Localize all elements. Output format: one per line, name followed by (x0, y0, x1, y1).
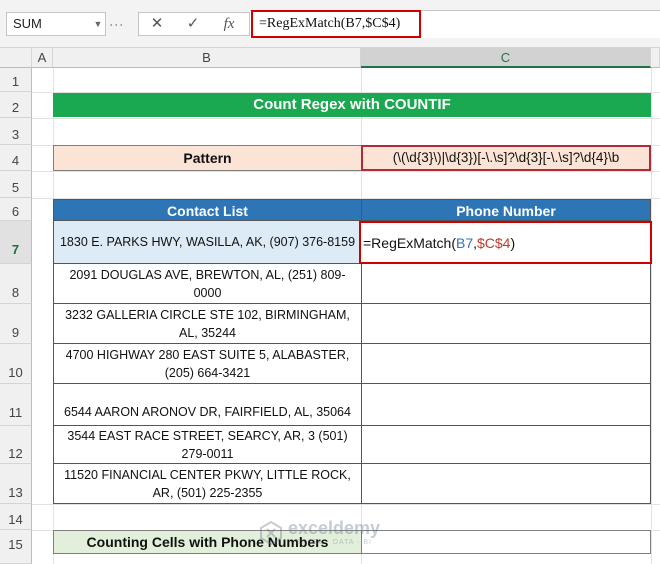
contact-cell[interactable]: 2091 DOUGLAS AVE, BREWTON, AL, (251) 809… (53, 264, 362, 304)
formula-ref-c4: $C$4 (477, 235, 511, 251)
row-header[interactable]: 13 (0, 464, 32, 504)
cancel-icon[interactable]: ✕ (142, 12, 172, 36)
contact-text: 4700 HIGHWAY 280 EAST SUITE 5, ALABASTER… (65, 347, 350, 380)
row-header[interactable]: 2 (0, 92, 32, 118)
row-header[interactable]: 11 (0, 384, 32, 426)
pattern-value-cell[interactable]: (\(\d{3}\)|\d{3})[-\.\s]?\d{3}[-\.\s]?\d… (361, 145, 651, 171)
formula-prefix: =RegExMatch( (363, 235, 456, 251)
select-all-corner[interactable] (0, 48, 32, 68)
formula-suffix: ) (510, 235, 516, 251)
grid-line (32, 171, 660, 172)
row-header[interactable]: 12 (0, 426, 32, 464)
phone-cell[interactable] (361, 344, 651, 384)
formula-text[interactable]: =RegExMatch(B7,$C$4) (251, 10, 421, 38)
column-header-b[interactable]: B (53, 48, 361, 68)
enter-icon[interactable]: ✓ (178, 12, 208, 36)
pattern-label[interactable]: Pattern (53, 145, 362, 171)
row-header[interactable]: 15 (0, 530, 32, 564)
row-header[interactable]: 10 (0, 344, 32, 384)
phone-cell[interactable] (361, 304, 651, 344)
row-header[interactable]: 14 (0, 504, 32, 530)
chevron-down-icon[interactable]: ▼ (90, 12, 106, 36)
row-header[interactable]: 7 (0, 221, 32, 264)
watermark-name: exceldemy (288, 518, 381, 538)
row-header[interactable]: 3 (0, 118, 32, 145)
phone-cell[interactable] (361, 426, 651, 464)
row-header[interactable]: 1 (0, 68, 32, 92)
contact-text: 1830 E. PARKS HWY, WASILLA, AK, (907) 37… (59, 235, 356, 249)
insert-function-icon[interactable]: fx (214, 12, 244, 36)
contact-text: 3544 EAST RACE STREET, SEARCY, AR, 3 (50… (67, 428, 348, 461)
grid-line (32, 118, 660, 119)
phone-cell[interactable] (361, 264, 651, 304)
column-header-d[interactable] (651, 48, 660, 68)
phone-cell[interactable] (361, 384, 651, 426)
phone-cell[interactable] (361, 464, 651, 504)
grid-line (651, 68, 652, 564)
row-header[interactable]: 8 (0, 264, 32, 304)
grid-line (32, 504, 660, 505)
watermark: exceldemy EXCEL · DATA · BI (258, 516, 428, 552)
contact-cell[interactable]: 6544 AARON ARONOV DR, FAIRFIELD, AL, 350… (53, 384, 362, 426)
more-options-icon[interactable]: ⋮ (109, 12, 128, 36)
row-header[interactable]: 5 (0, 171, 32, 198)
formula-ref-b7: B7 (455, 235, 474, 251)
contact-text: 11520 FINANCIAL CENTER PKWY, LITTLE ROCK… (64, 467, 351, 500)
phone-number-header[interactable]: Phone Number (361, 199, 651, 221)
exceldemy-logo-icon (260, 520, 282, 546)
contact-cell[interactable]: 1830 E. PARKS HWY, WASILLA, AK, (907) 37… (53, 221, 362, 264)
contact-cell[interactable]: 3544 EAST RACE STREET, SEARCY, AR, 3 (50… (53, 426, 362, 464)
row-header[interactable]: 9 (0, 304, 32, 344)
contact-text: 6544 AARON ARONOV DR, FAIRFIELD, AL, 350… (64, 405, 351, 419)
contact-cell[interactable]: 11520 FINANCIAL CENTER PKWY, LITTLE ROCK… (53, 464, 362, 504)
contact-text: 2091 DOUGLAS AVE, BREWTON, AL, (251) 809… (69, 267, 346, 300)
row-header[interactable]: 4 (0, 145, 32, 171)
column-header-c[interactable]: C (361, 48, 651, 68)
active-cell-c7[interactable]: =RegExMatch(B7,$C$4) (359, 221, 652, 264)
contact-text: 3232 GALLERIA CIRCLE STE 102, BIRMINGHAM… (65, 307, 350, 340)
row-header[interactable]: 6 (0, 198, 32, 221)
contact-cell[interactable]: 4700 HIGHWAY 280 EAST SUITE 5, ALABASTER… (53, 344, 362, 384)
column-header-a[interactable]: A (32, 48, 53, 68)
sheet-title: Count Regex with COUNTIF (53, 93, 651, 117)
watermark-tagline: EXCEL · DATA · BI (296, 539, 372, 546)
contact-list-header[interactable]: Contact List (53, 199, 362, 221)
contact-cell[interactable]: 3232 GALLERIA CIRCLE STE 102, BIRMINGHAM… (53, 304, 362, 344)
